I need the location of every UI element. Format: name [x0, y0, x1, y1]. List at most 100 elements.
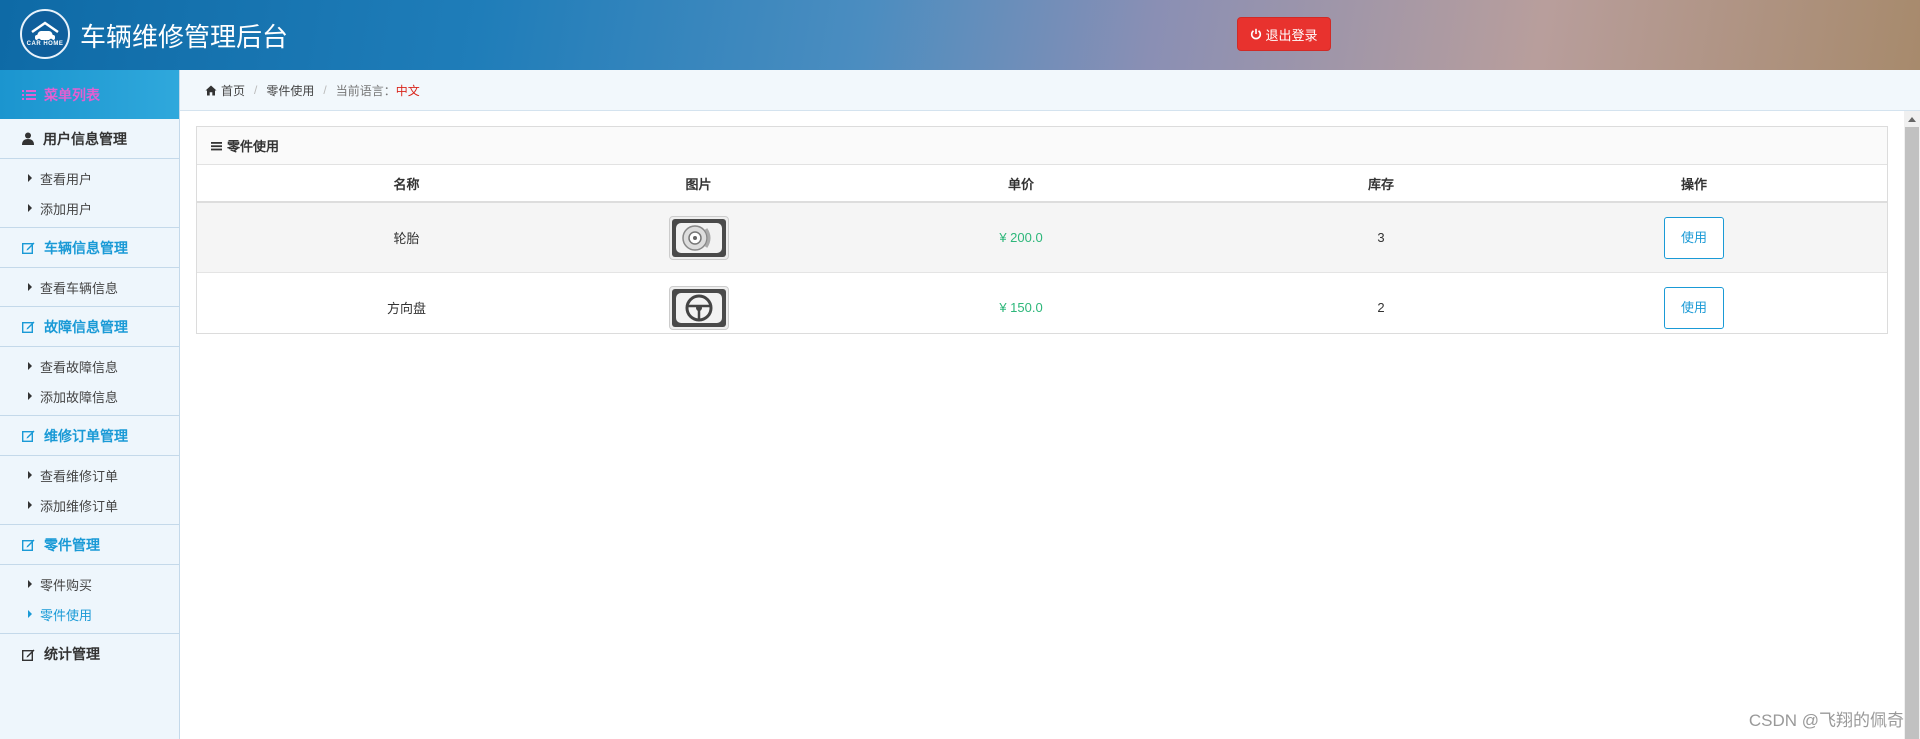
edit-icon — [22, 539, 35, 551]
part-image — [668, 285, 729, 330]
sidebar-menu-header: 菜单列表 — [0, 70, 179, 119]
action-cell: 使用 — [1501, 201, 1887, 273]
nav-group-label: 维修订单管理 — [44, 427, 128, 444]
nav-item-add-user[interactable]: 添加用户 — [0, 193, 179, 223]
bars-icon — [211, 141, 222, 150]
logout-button[interactable]: 退出登录 — [1237, 17, 1331, 51]
nav-item-label: 查看维修订单 — [40, 468, 119, 484]
logout-label: 退出登录 — [1265, 27, 1318, 43]
column-header: 单价 — [781, 165, 1261, 203]
edit-icon — [22, 430, 35, 442]
caret-right-icon — [28, 471, 32, 479]
power-icon — [1251, 28, 1262, 40]
table-row: 轮胎 ¥ 200.0 3 使用 — [197, 201, 1887, 273]
house-car-icon — [31, 21, 59, 43]
caret-right-icon — [28, 362, 32, 370]
breadcrumb-current: 零件使用 — [266, 83, 315, 98]
nav-item-label: 添加用户 — [40, 201, 93, 217]
nav-group-statistics[interactable]: 统计管理 — [0, 634, 179, 674]
list-icon — [22, 89, 36, 100]
nav-item-parts-purchase[interactable]: 零件购买 — [0, 569, 179, 599]
caret-right-icon — [28, 392, 32, 400]
nav-item-add-fault[interactable]: 添加故障信息 — [0, 381, 179, 411]
caret-right-icon — [28, 174, 32, 182]
nav-sub-user: 查看用户 添加用户 — [0, 159, 179, 228]
caret-right-icon — [28, 501, 32, 509]
edit-icon — [22, 242, 35, 254]
home-icon — [205, 85, 217, 95]
menu-title: 菜单列表 — [44, 86, 100, 103]
part-image-cell — [616, 201, 781, 273]
part-stock: 3 — [1261, 201, 1501, 273]
part-name: 轮胎 — [197, 201, 616, 273]
use-button[interactable]: 使用 — [1664, 216, 1724, 259]
caret-right-icon — [28, 204, 32, 212]
column-header: 名称 — [197, 165, 616, 203]
nav-group-label: 零件管理 — [44, 536, 100, 553]
part-price: ¥ 200.0 — [781, 201, 1261, 273]
nav-group-label: 用户信息管理 — [43, 130, 127, 147]
nav-item-label: 添加故障信息 — [40, 389, 119, 405]
breadcrumb: 首页 / 零件使用 / 当前语言： 中文 — [180, 70, 1920, 111]
action-cell: 使用 — [1501, 272, 1887, 342]
vertical-scrollbar[interactable] — [1904, 111, 1920, 739]
part-price: ¥ 150.0 — [781, 272, 1261, 342]
nav-item-label: 查看故障信息 — [40, 359, 119, 375]
watermark: CSDN @飞翔的佩奇 — [1748, 711, 1904, 730]
parts-table: 名称 图片 单价 库存 操作 轮胎 ¥ 200.0 3 使用 方向盘 ¥ 150… — [197, 165, 1887, 342]
nav-item-parts-use[interactable]: 零件使用 — [0, 599, 179, 629]
part-name: 方向盘 — [197, 272, 616, 342]
car-logo: CAR HOME — [20, 9, 70, 59]
table-header-row: 名称 图片 单价 库存 操作 — [197, 165, 1887, 203]
part-image — [668, 215, 729, 260]
parts-use-panel: 零件使用 名称 图片 单价 库存 操作 轮胎 ¥ 200.0 3 使用 方向盘 … — [196, 126, 1888, 342]
column-header: 操作 — [1501, 165, 1887, 203]
caret-right-icon — [28, 283, 32, 291]
language-label: 当前语言： — [335, 83, 396, 98]
language-value[interactable]: 中文 — [396, 82, 420, 99]
app-title: 车辆维修管理后台 — [80, 23, 289, 53]
part-stock: 2 — [1261, 272, 1501, 342]
top-header: CAR HOME 车辆维修管理后台 退出登录 — [0, 0, 1920, 70]
nav-group-vehicle[interactable]: 车辆信息管理 — [0, 228, 179, 268]
scroll-up-arrow-icon[interactable] — [1904, 111, 1920, 127]
caret-right-icon — [28, 580, 32, 588]
edit-icon — [22, 649, 35, 661]
nav-group-fault[interactable]: 故障信息管理 — [0, 307, 179, 347]
steering-wheel-icon — [671, 288, 726, 327]
use-button[interactable]: 使用 — [1664, 286, 1724, 329]
sidebar: 菜单列表 用户信息管理 查看用户 添加用户 车辆信息管理 查看车辆信息 故障信息… — [0, 70, 180, 739]
panel-heading: 零件使用 — [197, 127, 1887, 165]
nav-item-label: 零件购买 — [40, 577, 93, 593]
nav-item-view-orders[interactable]: 查看维修订单 — [0, 460, 179, 490]
nav-item-label: 添加维修订单 — [40, 498, 119, 514]
nav-sub-fault: 查看故障信息 添加故障信息 — [0, 347, 179, 416]
nav-sub-parts: 零件购买 零件使用 — [0, 565, 179, 634]
nav-item-view-vehicles[interactable]: 查看车辆信息 — [0, 272, 179, 302]
nav-item-label: 查看用户 — [40, 171, 93, 187]
column-header: 图片 — [616, 165, 781, 203]
caret-right-icon — [28, 610, 32, 618]
table-row: 方向盘 ¥ 150.0 2 使用 — [197, 272, 1887, 342]
breadcrumb-home[interactable]: 首页 — [221, 82, 245, 99]
nav-group-user[interactable]: 用户信息管理 — [0, 119, 179, 159]
logo-text: CAR HOME — [26, 41, 64, 47]
nav-item-label: 查看车辆信息 — [40, 280, 119, 296]
breadcrumb-separator: / — [254, 83, 258, 97]
nav-sub-repair-order: 查看维修订单 添加维修订单 — [0, 456, 179, 525]
nav-group-repair-order[interactable]: 维修订单管理 — [0, 416, 179, 456]
nav-sub-vehicle: 查看车辆信息 — [0, 268, 179, 307]
nav-group-label: 故障信息管理 — [44, 318, 128, 335]
nav-group-label: 车辆信息管理 — [44, 239, 128, 256]
nav-item-label: 零件使用 — [40, 607, 93, 623]
nav-group-parts[interactable]: 零件管理 — [0, 525, 179, 565]
tire-icon — [671, 218, 726, 257]
edit-icon — [22, 321, 35, 333]
nav-group-label: 统计管理 — [44, 646, 100, 662]
nav-item-add-order[interactable]: 添加维修订单 — [0, 490, 179, 520]
panel-title: 零件使用 — [227, 139, 280, 154]
nav-item-view-faults[interactable]: 查看故障信息 — [0, 351, 179, 381]
scrollbar-thumb[interactable] — [1905, 127, 1919, 739]
nav-item-view-users[interactable]: 查看用户 — [0, 163, 179, 193]
part-image-cell — [616, 272, 781, 342]
